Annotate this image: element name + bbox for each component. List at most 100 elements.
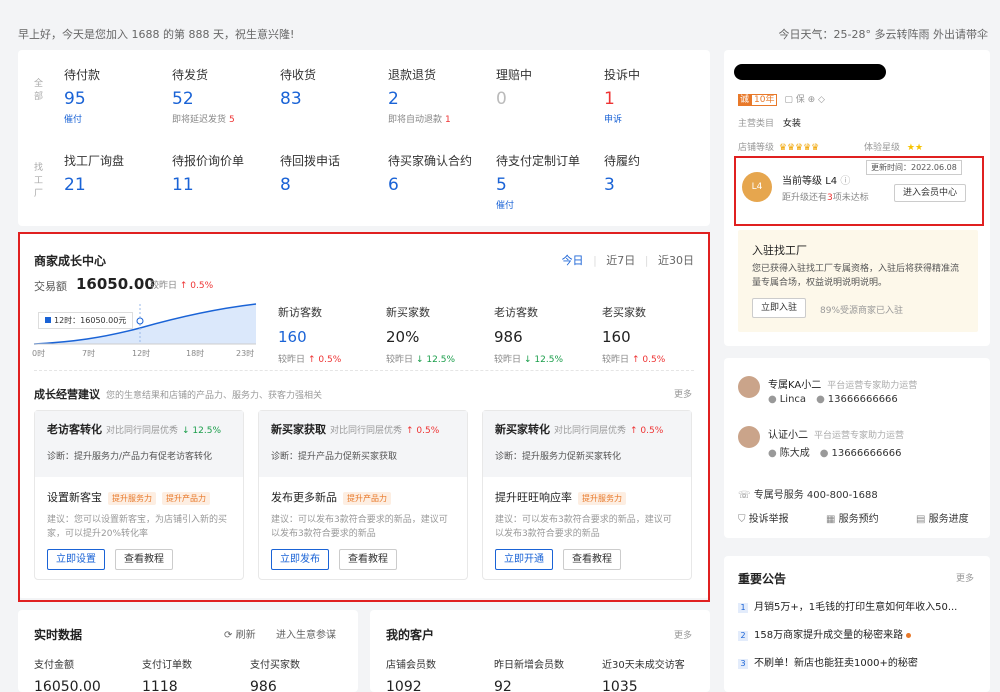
order-stat-value[interactable]: 3 [604,175,704,195]
chat-icon[interactable]: ● [768,448,777,459]
stat-value: 986 [250,679,277,692]
stat-label: 支付金额 [34,660,74,671]
order-stat-row1-3[interactable]: 退款退货 2 即将自动退款 1 [388,66,488,125]
order-stat-label: 待支付定制订单 [496,154,581,168]
notice-item[interactable]: 2 158万商家提升成交量的秘密来路 [738,626,978,641]
notices-title: 重要公告 [738,572,787,586]
realtime-title: 实时数据 [34,628,83,642]
order-stat-value[interactable]: 95 [64,89,164,109]
stat-col: 支付金额 16050.00 [34,656,101,692]
service-badge-icons: ▢ 保 ⊕ ◇ [784,95,825,105]
order-stat-sub: 即将延迟发货 5 [172,115,235,125]
ka-name[interactable]: 陈大成 [780,448,810,459]
my-customers-card: 我的客户 更多 店铺会员数 1092 昨日新增会员数 92 近30天未成交访客 1035 [370,610,710,692]
order-stat-row2-3[interactable]: 待买家确认合约 6 [388,152,488,198]
orders-overview-card: 全部 找工厂 待付款 95 催付 待发货 52 即将延迟发货 5 待收货 83 退款退货 2 即将自动… [18,50,710,226]
order-stat-label: 待发货 [172,68,209,82]
join-factory-button[interactable]: 立即入驻 [752,298,807,318]
order-stat-value[interactable]: 5 [496,175,596,195]
notices-more-link[interactable]: 更多 [956,571,974,584]
factory-note: 89%受源商家已入驻 [820,306,904,316]
hotline: ☏ 专属号服务 400-800-1688 [738,490,878,501]
order-stat-sub: 即将自动退款 1 [388,115,451,125]
order-stat-row2-2[interactable]: 待回拨申话 8 [280,152,380,198]
stat-value: 1035 [602,679,638,692]
stat-value: 16050.00 [34,679,101,692]
notice-item[interactable]: 1 月销5万+，1毛钱的打印生意如何年收入50... [738,598,978,613]
order-stat-value[interactable]: 11 [172,175,272,195]
service-progress-link[interactable]: ▤ 服务进度 [916,510,969,525]
shield-icon: ⛉ [738,514,746,525]
stat-value: 92 [494,679,512,692]
ka-role: 专属KA小二 [768,380,822,391]
order-stat-value[interactable]: 2 [388,89,488,109]
order-stat-label: 理赔中 [496,68,533,82]
chat-icon[interactable]: ● [768,394,777,405]
notice-index: 1 [738,603,748,613]
order-stat-value[interactable]: 6 [388,175,488,195]
order-stat-row1-2[interactable]: 待收货 83 [280,66,380,112]
order-stat-row1-1[interactable]: 待发货 52 即将延迟发货 5 [172,66,272,125]
stat-col: 近30天未成交访客 1035 [602,656,685,692]
order-stat-value[interactable]: 83 [280,89,380,109]
customers-title: 我的客户 [386,628,435,642]
stat-label: 店铺会员数 [386,660,436,671]
order-stat-row1-4[interactable]: 理赔中 0 [496,66,596,112]
phone-icon: ● [819,448,829,459]
stat-label: 昨日新增会员数 [494,660,564,671]
avatar [738,376,760,398]
order-stat-label: 待履约 [604,154,641,168]
ka-desc: 平台运营专家助力运营 [814,431,905,441]
verified-badge-icon: 诚 [738,94,752,106]
refresh-button[interactable]: ⟳ 刷新 [224,626,256,641]
ka-phone: 13666666666 [827,394,898,405]
order-stat-row2-1[interactable]: 待报价询价单 11 [172,152,272,198]
order-stat-value[interactable]: 8 [280,175,380,195]
phone-icon: ● [816,394,825,405]
customers-more-link[interactable]: 更多 [674,628,692,641]
order-stat-row2-0[interactable]: 找工厂询盘 21 [64,152,164,198]
order-stat-value[interactable]: 21 [64,175,164,195]
enter-analytics-link[interactable]: 进入生意参谋 [276,626,336,641]
stat-col: 支付买家数 986 [250,656,300,692]
order-stat-value[interactable]: 0 [496,89,596,109]
stat-col: 支付订单数 1118 [142,656,192,692]
complaint-link[interactable]: ⛉ 投诉举报 [738,510,789,525]
ka-desc: 平台运营专家助力运营 [827,381,918,391]
factory-desc: 您已获得入驻找工厂专属资格，入驻后将获得精准流量专属合场，权益说明说明说明。 [752,264,960,288]
row-label-all: 全部 [34,79,44,102]
hot-dot-icon [906,633,912,638]
refresh-icon: ⟳ [224,630,233,641]
order-stat-value[interactable]: 1 [604,89,704,109]
ka-name[interactable]: Linca [780,394,806,405]
ka-contact: 专属KA小二 平台运营专家助力运营 ● Linca ● 13666666666 [738,374,978,418]
document-icon: ▤ [916,514,926,525]
order-stat-sub[interactable]: 申诉 [604,112,704,125]
order-stat-label: 待付款 [64,68,101,82]
highlight-box-level [734,156,984,226]
notices-card: 重要公告 更多 1 月销5万+，1毛钱的打印生意如何年收入50... 2 158万商家… [724,556,990,692]
order-stat-value[interactable]: 52 [172,89,272,109]
stat-col: 店铺会员数 1092 [386,656,436,692]
shop-badges: 诚 10年 ▢ 保 ⊕ ◇ [738,94,825,106]
service-booking-link[interactable]: ▦ 服务预约 [826,510,879,525]
order-stat-row2-5[interactable]: 待履约 3 [604,152,704,198]
ka-contact: 认证小二 平台运营专家助力运营 ● 陈大成 ● 13666666666 [738,424,978,468]
order-stat-row2-4[interactable]: 待支付定制订单 5 催付 [496,152,596,211]
order-stat-label: 找工厂询盘 [64,154,125,168]
calendar-icon: ▦ [826,514,836,525]
notice-item[interactable]: 3 不刷单！新店也能狂卖1000+的秘密 [738,654,978,669]
shop-name-redacted [734,64,886,80]
order-stat-row1-5[interactable]: 投诉中 1 申诉 [604,66,704,125]
order-stat-label: 待买家确认合约 [388,154,473,168]
stat-col: 昨日新增会员数 92 [494,656,564,692]
stat-label: 支付订单数 [142,660,192,671]
order-stat-label: 待收货 [280,68,317,82]
order-stat-row1-0[interactable]: 待付款 95 催付 [64,66,164,125]
factory-entry-box: 入驻找工厂 您已获得入驻找工厂专属资格，入驻后将获得精准流量专属合场，权益说明说… [738,230,978,332]
realtime-data-card: 实时数据 ⟳ 刷新 进入生意参谋 支付金额 16050.00 支付订单数 1118 支付… [18,610,358,692]
order-stat-sub[interactable]: 催付 [64,112,164,125]
weather-text: 今日天气：25-28° 多云转阵雨 外出请带伞 [778,28,988,41]
order-stat-sub[interactable]: 催付 [496,198,596,211]
order-stat-label: 待报价询价单 [172,154,245,168]
